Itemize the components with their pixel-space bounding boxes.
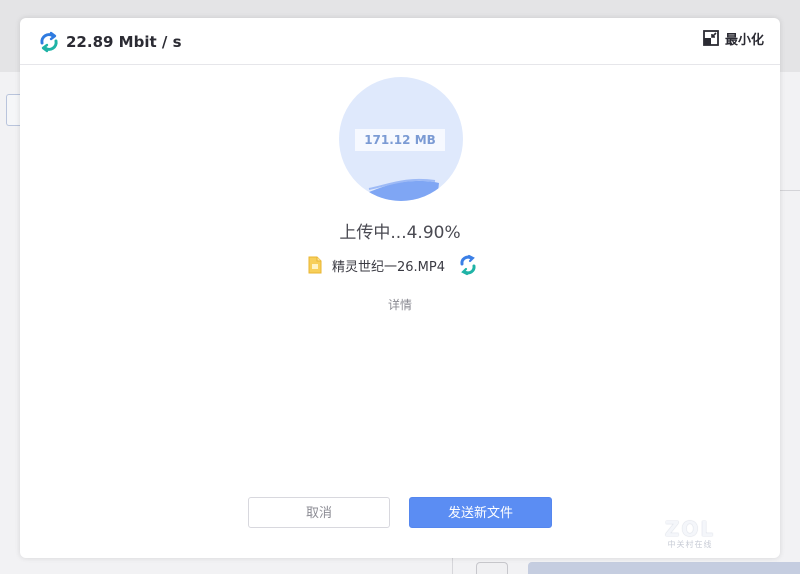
background-bar: [528, 562, 800, 574]
background-divider-vertical: [452, 558, 453, 574]
file-name: 精灵世纪一26.MP4: [332, 259, 446, 275]
minimize-icon: [703, 30, 719, 46]
upload-status: 上传中...4.90%: [339, 223, 461, 243]
minimize-button[interactable]: 最小化: [703, 27, 764, 49]
upload-progress-circle: 171.12 MB: [339, 77, 463, 201]
send-new-file-button[interactable]: 发送新文件: [409, 497, 552, 528]
background-divider: [780, 190, 800, 191]
syncing-icon: [460, 254, 476, 276]
details-link[interactable]: 详情: [20, 296, 780, 313]
upload-dialog: 22.89 Mbit / s 最小化 171.12 MB 上传中...4.90%…: [20, 18, 780, 558]
file-size-label: 171.12 MB: [355, 129, 445, 151]
transfer-speed: 22.89 Mbit / s: [66, 33, 182, 51]
file-item: 精灵世纪一26.MP4: [308, 254, 479, 276]
minimize-label: 最小化: [724, 32, 764, 48]
transfer-speed-icon: [40, 31, 58, 53]
cancel-button[interactable]: 取消: [248, 497, 390, 528]
background-control: [476, 562, 508, 574]
file-icon: [308, 256, 322, 274]
dialog-header: 22.89 Mbit / s 最小化: [20, 18, 780, 65]
